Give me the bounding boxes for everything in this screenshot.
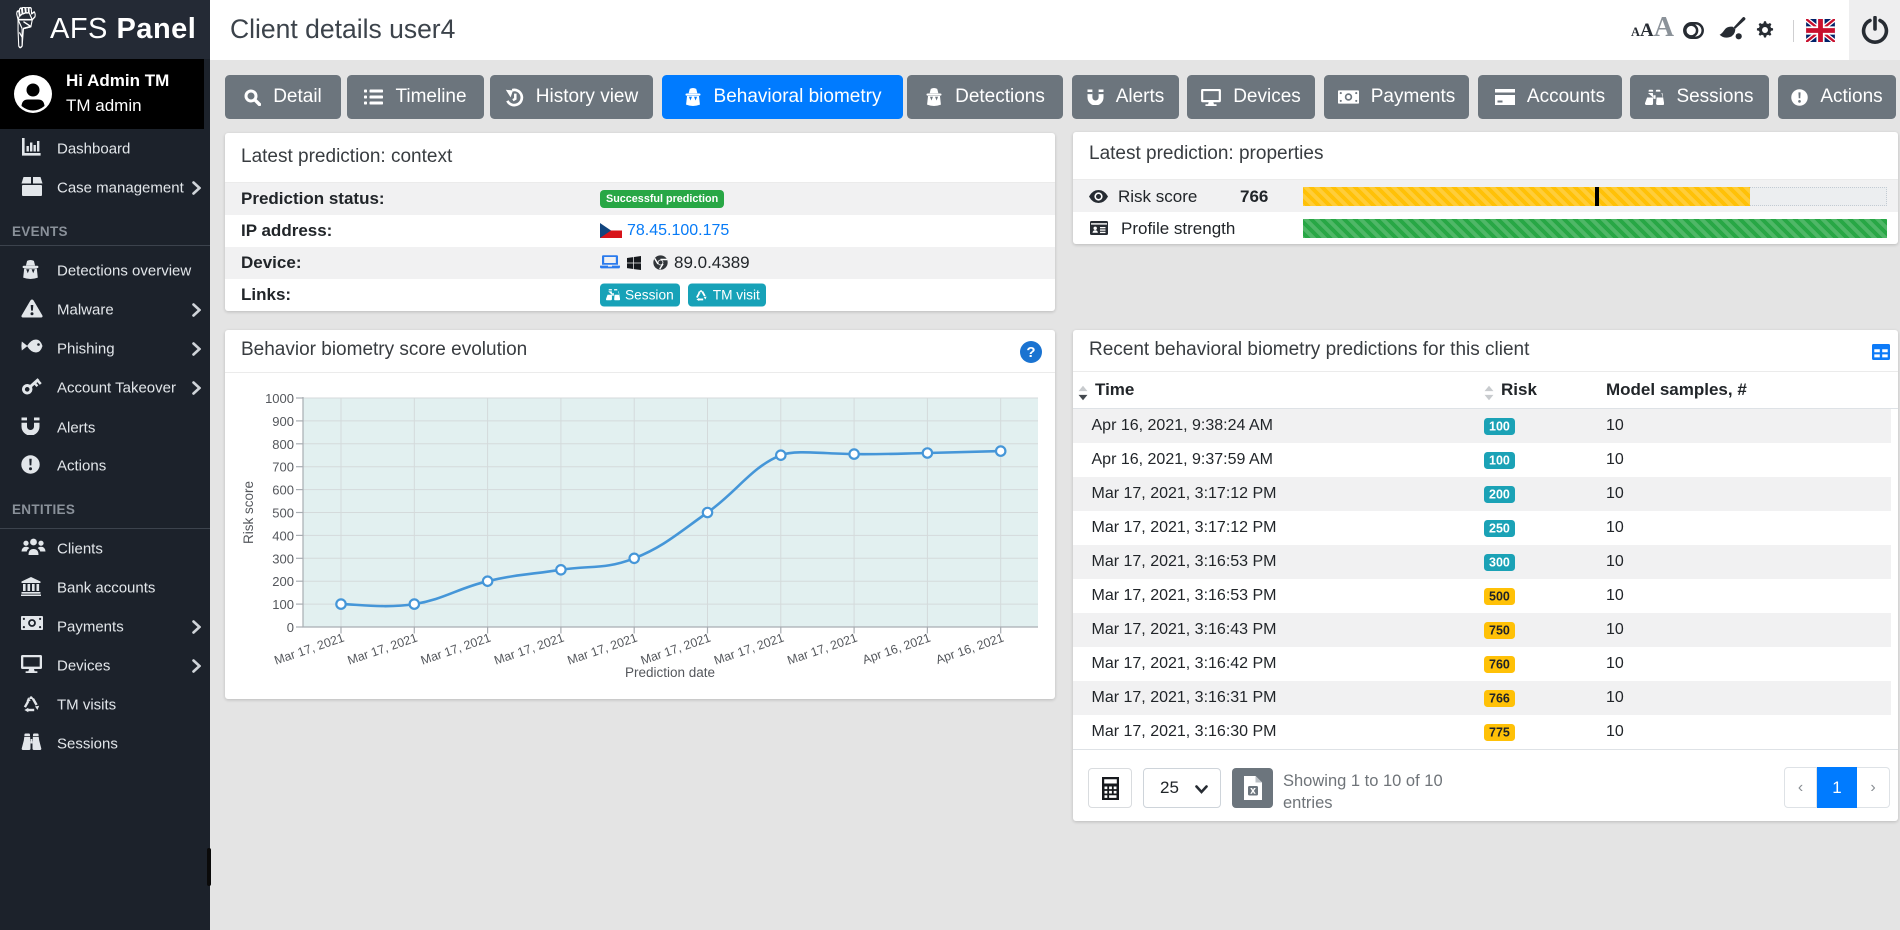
svg-text:Apr 16, 2021: Apr 16, 2021 <box>861 631 933 667</box>
svg-text:200: 200 <box>272 574 294 589</box>
svg-text:Mar 17, 2021: Mar 17, 2021 <box>639 631 713 668</box>
svg-text:Mar 17, 2021: Mar 17, 2021 <box>566 631 640 668</box>
svg-text:0: 0 <box>287 620 294 635</box>
svg-text:800: 800 <box>272 437 294 452</box>
svg-text:600: 600 <box>272 483 294 498</box>
svg-text:500: 500 <box>272 506 294 521</box>
svg-text:Mar 17, 2021: Mar 17, 2021 <box>419 631 493 668</box>
svg-text:Mar 17, 2021: Mar 17, 2021 <box>785 631 859 668</box>
svg-text:Apr 16, 2021: Apr 16, 2021 <box>934 631 1006 667</box>
svg-text:1000: 1000 <box>265 391 294 406</box>
svg-text:Mar 17, 2021: Mar 17, 2021 <box>272 631 346 668</box>
svg-text:Risk score: Risk score <box>241 481 256 544</box>
svg-text:400: 400 <box>272 528 294 543</box>
svg-text:Mar 17, 2021: Mar 17, 2021 <box>492 631 566 668</box>
svg-text:Prediction date: Prediction date <box>625 665 715 680</box>
svg-text:?: ? <box>1026 344 1035 361</box>
svg-text:Mar 17, 2021: Mar 17, 2021 <box>346 631 420 668</box>
svg-text:900: 900 <box>272 414 294 429</box>
svg-text:700: 700 <box>272 460 294 475</box>
svg-text:Mar 17, 2021: Mar 17, 2021 <box>712 631 786 668</box>
svg-text:100: 100 <box>272 597 294 612</box>
svg-text:300: 300 <box>272 551 294 566</box>
